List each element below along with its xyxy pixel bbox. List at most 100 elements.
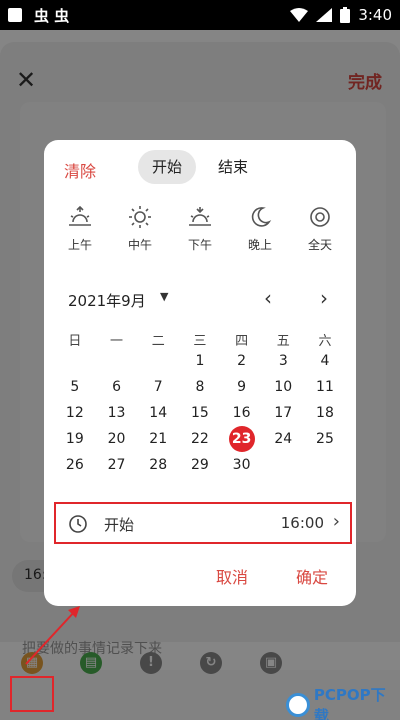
calendar-day[interactable]: 14 <box>137 402 179 428</box>
calendar-day-number: 3 <box>278 353 288 369</box>
calendar-day-number: 4 <box>320 353 330 369</box>
calendar-day[interactable]: 18 <box>304 402 346 428</box>
calendar-empty-cell <box>96 350 138 376</box>
calendar-day[interactable]: 5 <box>54 376 96 402</box>
clock-icon <box>69 515 87 533</box>
calendar-day[interactable]: 6 <box>96 376 138 402</box>
calendar-day[interactable]: 4 <box>304 350 346 376</box>
confirm-button[interactable]: 确定 <box>296 564 328 588</box>
caret-down-icon[interactable]: ▼ <box>160 290 168 303</box>
calendar-day[interactable]: 2 <box>221 350 263 376</box>
preset-all-day[interactable]: 全天 <box>290 204 350 253</box>
calendar-day-number: 21 <box>149 431 168 447</box>
clear-button[interactable]: 清除 <box>64 158 96 182</box>
annotation-highlight-box <box>10 676 54 712</box>
calendar-day-number: 1 <box>195 353 205 369</box>
watermark-logo-icon <box>286 693 310 717</box>
calendar-week-row: 1 2 3 4 <box>54 350 346 376</box>
calendar-week-row: 19 20 21 22 23 24 25 <box>54 426 346 454</box>
preset-label: 下午 <box>187 238 212 252</box>
calendar-day-number: 14 <box>149 405 168 421</box>
calendar-day[interactable]: 9 <box>221 376 263 402</box>
tab-end[interactable]: 结束 <box>204 150 262 184</box>
calendar-day-number: 16 <box>232 405 251 421</box>
calendar-day[interactable]: 19 <box>54 428 96 454</box>
calendar-day[interactable]: 1 <box>179 350 221 376</box>
preset-label: 晚上 <box>247 238 272 252</box>
calendar-day-number: 26 <box>65 457 84 473</box>
date-picker-dialog: 清除 开始 结束 上午 中午 下午 晚上 全天 2021年9月 ▼ ‹ › 日 … <box>44 140 356 606</box>
calendar-day-number: 8 <box>195 379 205 395</box>
calendar-day[interactable]: 7 <box>137 376 179 402</box>
month-selector[interactable]: 2021年9月 <box>68 290 146 311</box>
calendar-day[interactable]: 22 <box>179 428 221 454</box>
preset-afternoon[interactable]: 下午 <box>170 204 230 253</box>
calendar-day-number: 19 <box>65 431 84 447</box>
calendar-day[interactable]: 3 <box>262 350 304 376</box>
calendar-week-row: 26 27 28 29 30 <box>54 454 346 480</box>
calendar-day[interactable]: 29 <box>179 454 221 480</box>
all-day-icon <box>310 207 330 227</box>
calendar-day-number: 25 <box>316 431 334 447</box>
calendar-empty-cell <box>262 454 304 480</box>
calendar-day[interactable]: 26 <box>54 454 96 480</box>
tab-start[interactable]: 开始 <box>138 150 196 184</box>
chevron-right-icon: › <box>332 511 340 532</box>
calendar-day[interactable]: 13 <box>96 402 138 428</box>
time-presets: 上午 中午 下午 晚上 全天 <box>50 204 350 253</box>
preset-label: 中午 <box>127 238 152 252</box>
start-row-time: 16:00 <box>280 514 324 532</box>
calendar-day-selected[interactable]: 23 <box>221 426 263 454</box>
calendar-week-row: 12 13 14 15 16 17 18 <box>54 402 346 428</box>
calendar-day-number: 2 <box>237 353 247 369</box>
calendar-day[interactable]: 28 <box>137 454 179 480</box>
calendar-day-number: 11 <box>316 379 334 395</box>
calendar-day-number: 29 <box>190 457 209 473</box>
wifi-icon <box>290 8 309 22</box>
calendar-day[interactable]: 10 <box>262 376 304 402</box>
calendar-day[interactable]: 25 <box>304 428 346 454</box>
preset-evening[interactable]: 晚上 <box>230 204 290 253</box>
sun-icon <box>129 206 151 228</box>
calendar-day-number: 27 <box>107 457 126 473</box>
moon-icon <box>251 207 272 227</box>
calendar-day-number: 28 <box>149 457 168 473</box>
weekday-label: 三 <box>193 334 207 349</box>
preset-label: 上午 <box>67 238 92 252</box>
status-app-icons: 虫 虫 <box>34 6 70 25</box>
preset-noon[interactable]: 中午 <box>110 204 170 253</box>
calendar-day[interactable]: 16 <box>221 402 263 428</box>
calendar-day[interactable]: 11 <box>304 376 346 402</box>
watermark-text: PCPOP下载 <box>313 686 386 720</box>
calendar-day[interactable]: 20 <box>96 428 138 454</box>
calendar-day[interactable]: 8 <box>179 376 221 402</box>
status-bar: 虫 虫 3:40 <box>0 0 400 30</box>
calendar-day[interactable]: 24 <box>262 428 304 454</box>
calendar-grid: 日 一 二 三 四 五 六 1 2 3 4 5 6 7 8 9 10 11 12 13 14 15 16 17 1… <box>54 330 346 480</box>
calendar-day[interactable]: 15 <box>179 402 221 428</box>
calendar-day[interactable]: 30 <box>221 454 263 480</box>
calendar-day[interactable]: 17 <box>262 402 304 428</box>
start-time-row[interactable]: 开始 16:00 › <box>54 502 352 544</box>
calendar-week-row: 5 6 7 8 9 10 11 <box>54 376 346 402</box>
weekday-label: 四 <box>235 334 249 349</box>
weekday-label: 二 <box>151 334 165 349</box>
calendar-day[interactable]: 21 <box>137 428 179 454</box>
preset-label: 全天 <box>307 238 332 252</box>
next-month-icon[interactable]: › <box>320 286 328 310</box>
battery-icon <box>340 7 351 23</box>
sunrise-icon <box>69 205 91 226</box>
cancel-button[interactable]: 取消 <box>216 564 248 588</box>
calendar-day-number: 9 <box>237 379 247 395</box>
calendar-day-number: 15 <box>190 405 209 421</box>
calendar-day[interactable]: 12 <box>54 402 96 428</box>
weekday-header: 日 一 二 三 四 五 六 <box>54 330 346 350</box>
status-time: 3:40 <box>358 6 392 24</box>
prev-month-icon[interactable]: ‹ <box>264 286 272 310</box>
weekday-label: 五 <box>276 334 290 349</box>
signal-icon <box>316 8 333 22</box>
calendar-day-number: 6 <box>112 379 121 395</box>
calendar-day[interactable]: 27 <box>96 454 138 480</box>
preset-morning[interactable]: 上午 <box>50 204 110 253</box>
sunset-icon <box>189 207 211 226</box>
